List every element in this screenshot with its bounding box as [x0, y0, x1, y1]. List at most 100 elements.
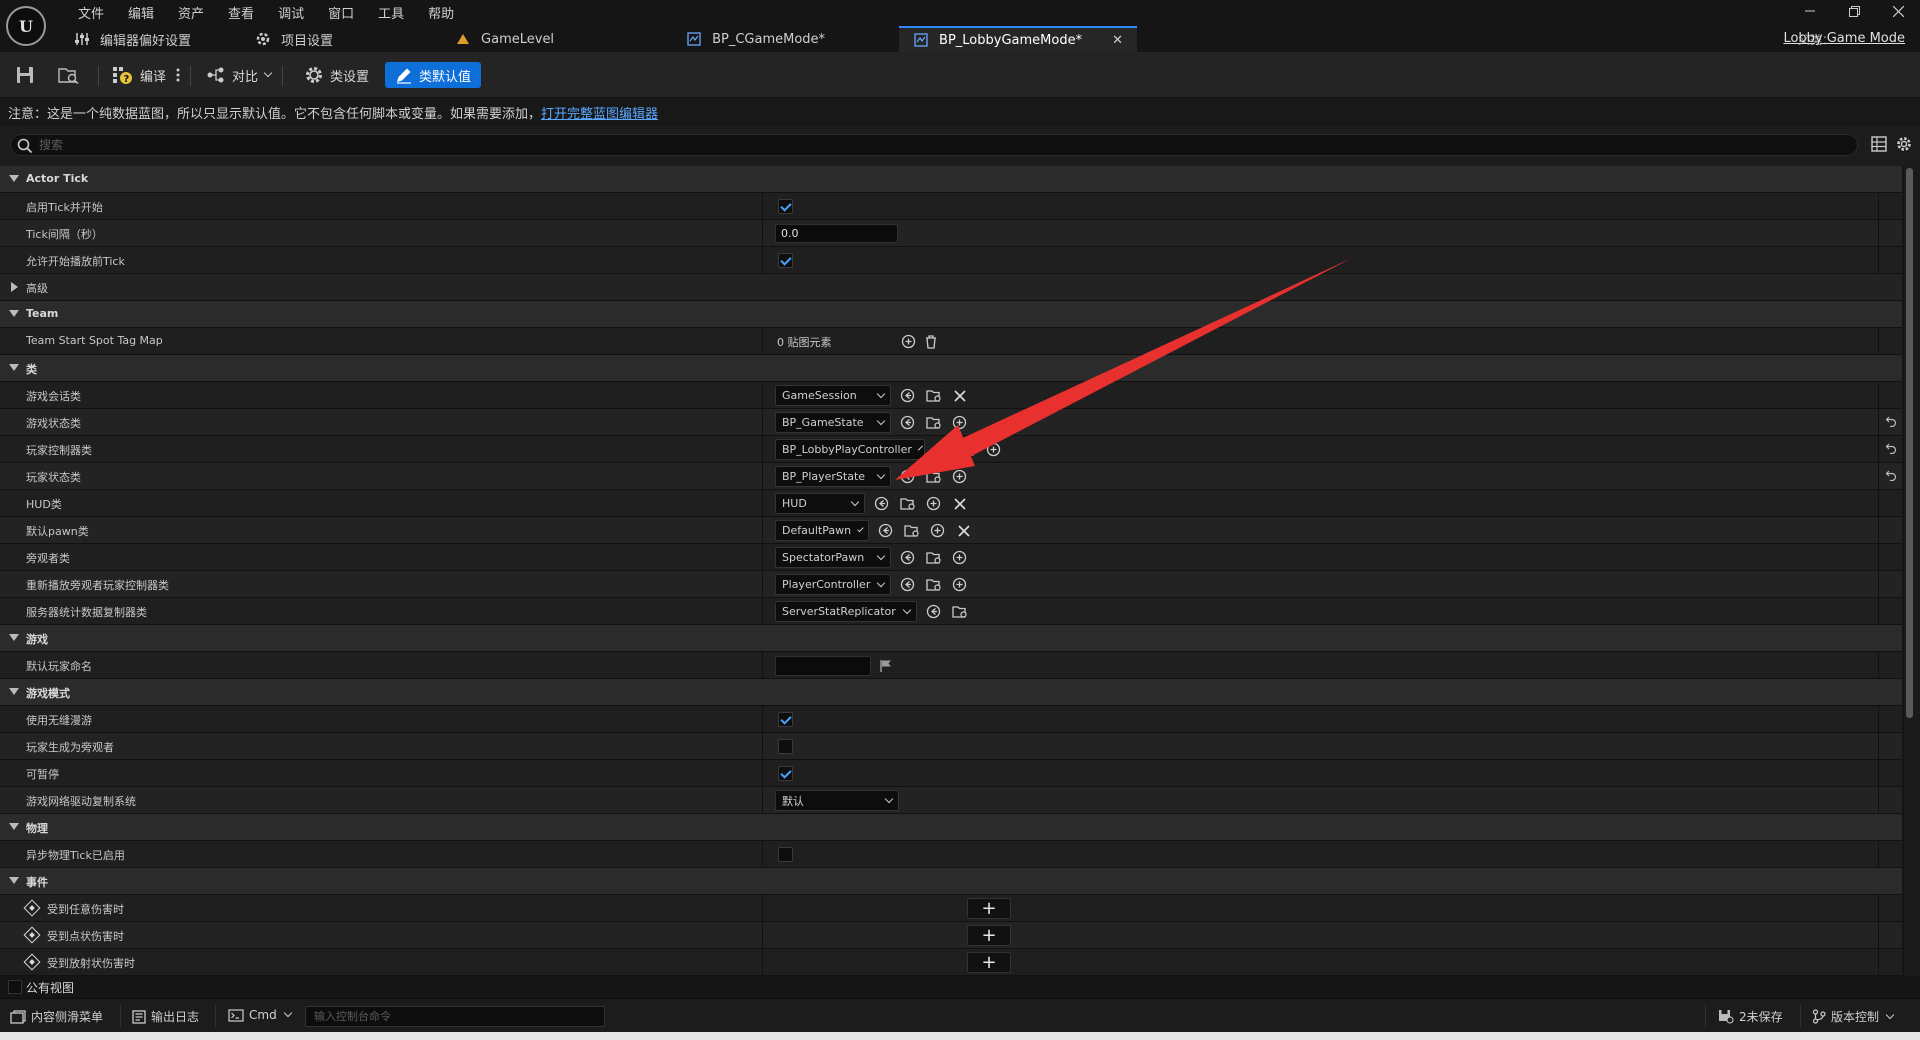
- use-selected-icon[interactable]: [873, 495, 890, 512]
- clear-icon[interactable]: [951, 495, 968, 512]
- net-driver-dropdown[interactable]: 默认: [775, 790, 899, 811]
- advanced-row[interactable]: 高级: [0, 274, 1902, 301]
- use-selected-icon[interactable]: [899, 576, 916, 593]
- tab-bp-cgamemode[interactable]: BP_CGameMode*: [672, 26, 839, 52]
- create-new-icon[interactable]: [951, 414, 968, 431]
- compile-button[interactable]: ? 编译: [112, 62, 166, 88]
- class-picker-dropdown[interactable]: HUD: [775, 493, 865, 514]
- browse-asset-icon[interactable]: [951, 603, 968, 620]
- category-events[interactable]: 事件: [0, 868, 1902, 895]
- reset-to-default-icon[interactable]: [1885, 442, 1897, 457]
- category-actor-tick[interactable]: Actor Tick: [0, 166, 1902, 193]
- class-defaults-button[interactable]: 类默认值: [385, 62, 482, 88]
- class-picker-dropdown[interactable]: BP_PlayerState: [775, 466, 891, 487]
- create-new-icon[interactable]: [985, 441, 1002, 458]
- menu-edit[interactable]: 编辑: [116, 2, 166, 22]
- browse-button[interactable]: [58, 62, 86, 88]
- use-selected-icon[interactable]: [877, 522, 894, 539]
- output-log-button[interactable]: 输出日志: [132, 1008, 199, 1025]
- settings-gear-icon[interactable]: [1896, 136, 1912, 152]
- tab-project-settings[interactable]: 项目设置: [241, 26, 347, 52]
- category-game[interactable]: 游戏: [0, 625, 1902, 652]
- open-full-editor-link[interactable]: 打开完整蓝图编辑器: [541, 107, 658, 122]
- minimize-icon[interactable]: [1788, 0, 1832, 22]
- use-selected-icon[interactable]: [933, 441, 950, 458]
- restore-icon[interactable]: [1832, 0, 1876, 22]
- browse-asset-icon[interactable]: [899, 495, 916, 512]
- unreal-logo-icon[interactable]: U: [6, 6, 46, 46]
- create-new-icon[interactable]: [951, 576, 968, 593]
- default-player-name-input[interactable]: [775, 656, 871, 676]
- add-element-icon[interactable]: [900, 333, 917, 350]
- class-picker-dropdown[interactable]: BP_GameState: [775, 412, 891, 433]
- menu-window[interactable]: 窗口: [316, 2, 366, 22]
- create-new-icon[interactable]: [951, 468, 968, 485]
- source-control-button[interactable]: 版本控制: [1812, 1008, 1895, 1025]
- start-as-spectator-checkbox[interactable]: [778, 739, 793, 754]
- class-picker-dropdown[interactable]: ServerStatReplicator: [775, 601, 917, 622]
- tab-bp-lobbygamemode[interactable]: BP_LobbyGameMode* ✕: [899, 26, 1137, 52]
- console-command-input[interactable]: [305, 1006, 605, 1027]
- browse-asset-icon[interactable]: [925, 549, 942, 566]
- category-team[interactable]: Team: [0, 301, 1902, 328]
- category-classes[interactable]: 类: [0, 355, 1902, 382]
- trash-icon[interactable]: [922, 333, 939, 350]
- use-selected-icon[interactable]: [899, 468, 916, 485]
- category-physics[interactable]: 物理: [0, 814, 1902, 841]
- add-event-button[interactable]: +: [967, 898, 1011, 919]
- use-selected-icon[interactable]: [899, 549, 916, 566]
- cmd-dropdown[interactable]: Cmd: [228, 1008, 292, 1022]
- browse-asset-icon[interactable]: [925, 468, 942, 485]
- clear-icon[interactable]: [955, 522, 972, 539]
- reset-to-default-icon[interactable]: [1885, 415, 1897, 430]
- start-with-tick-checkbox[interactable]: [778, 199, 793, 214]
- add-event-button[interactable]: +: [967, 952, 1011, 973]
- tick-interval-input[interactable]: 0.0: [775, 224, 898, 243]
- parent-class-link[interactable]: Lobby Game Mode: [1783, 31, 1905, 46]
- use-selected-icon[interactable]: [925, 603, 942, 620]
- clear-icon[interactable]: [951, 387, 968, 404]
- flag-icon[interactable]: [877, 657, 894, 674]
- pausable-checkbox[interactable]: [778, 766, 793, 781]
- tab-editor-preferences[interactable]: 编辑器偏好设置: [60, 26, 205, 52]
- allow-tick-before-play-checkbox[interactable]: [778, 253, 793, 268]
- class-picker-dropdown[interactable]: SpectatorPawn: [775, 547, 891, 568]
- browse-asset-icon[interactable]: [903, 522, 920, 539]
- use-selected-icon[interactable]: [899, 414, 916, 431]
- class-picker-dropdown[interactable]: GameSession: [775, 385, 891, 406]
- scrollbar-thumb[interactable]: [1906, 168, 1913, 718]
- menu-help[interactable]: 帮助: [416, 2, 466, 22]
- diff-button[interactable]: 对比: [206, 62, 273, 88]
- menu-debug[interactable]: 调试: [266, 2, 316, 22]
- menu-tools[interactable]: 工具: [366, 2, 416, 22]
- create-new-icon[interactable]: [925, 495, 942, 512]
- unsaved-button[interactable]: 2未保存: [1718, 1008, 1783, 1025]
- create-new-icon[interactable]: [951, 549, 968, 566]
- create-new-icon[interactable]: [929, 522, 946, 539]
- menu-view[interactable]: 查看: [216, 2, 266, 22]
- browse-asset-icon[interactable]: [925, 387, 942, 404]
- public-view-checkbox[interactable]: [8, 980, 22, 994]
- seamless-travel-checkbox[interactable]: [778, 712, 793, 727]
- category-game-mode[interactable]: 游戏模式: [0, 679, 1902, 706]
- use-selected-icon[interactable]: [899, 387, 916, 404]
- browse-asset-icon[interactable]: [925, 576, 942, 593]
- browse-asset-icon[interactable]: [959, 441, 976, 458]
- table-view-icon[interactable]: [1871, 136, 1887, 152]
- class-settings-button[interactable]: 类设置: [304, 62, 369, 88]
- compile-options-button[interactable]: [176, 62, 186, 88]
- close-tab-icon[interactable]: ✕: [1112, 33, 1123, 48]
- async-physics-tick-checkbox[interactable]: [778, 847, 793, 862]
- tab-gamelevel[interactable]: GameLevel: [441, 26, 568, 52]
- content-drawer-button[interactable]: 内容侧滑菜单: [10, 1008, 103, 1025]
- class-picker-dropdown[interactable]: DefaultPawn: [775, 520, 869, 541]
- menu-asset[interactable]: 资产: [166, 2, 216, 22]
- close-window-icon[interactable]: [1876, 0, 1920, 22]
- browse-asset-icon[interactable]: [925, 414, 942, 431]
- class-picker-dropdown[interactable]: PlayerController: [775, 574, 891, 595]
- menu-file[interactable]: 文件: [66, 2, 116, 22]
- reset-to-default-icon[interactable]: [1885, 469, 1897, 484]
- class-picker-dropdown[interactable]: BP_LobbyPlayController: [775, 439, 925, 460]
- save-button[interactable]: [16, 62, 40, 88]
- add-event-button[interactable]: +: [967, 925, 1011, 946]
